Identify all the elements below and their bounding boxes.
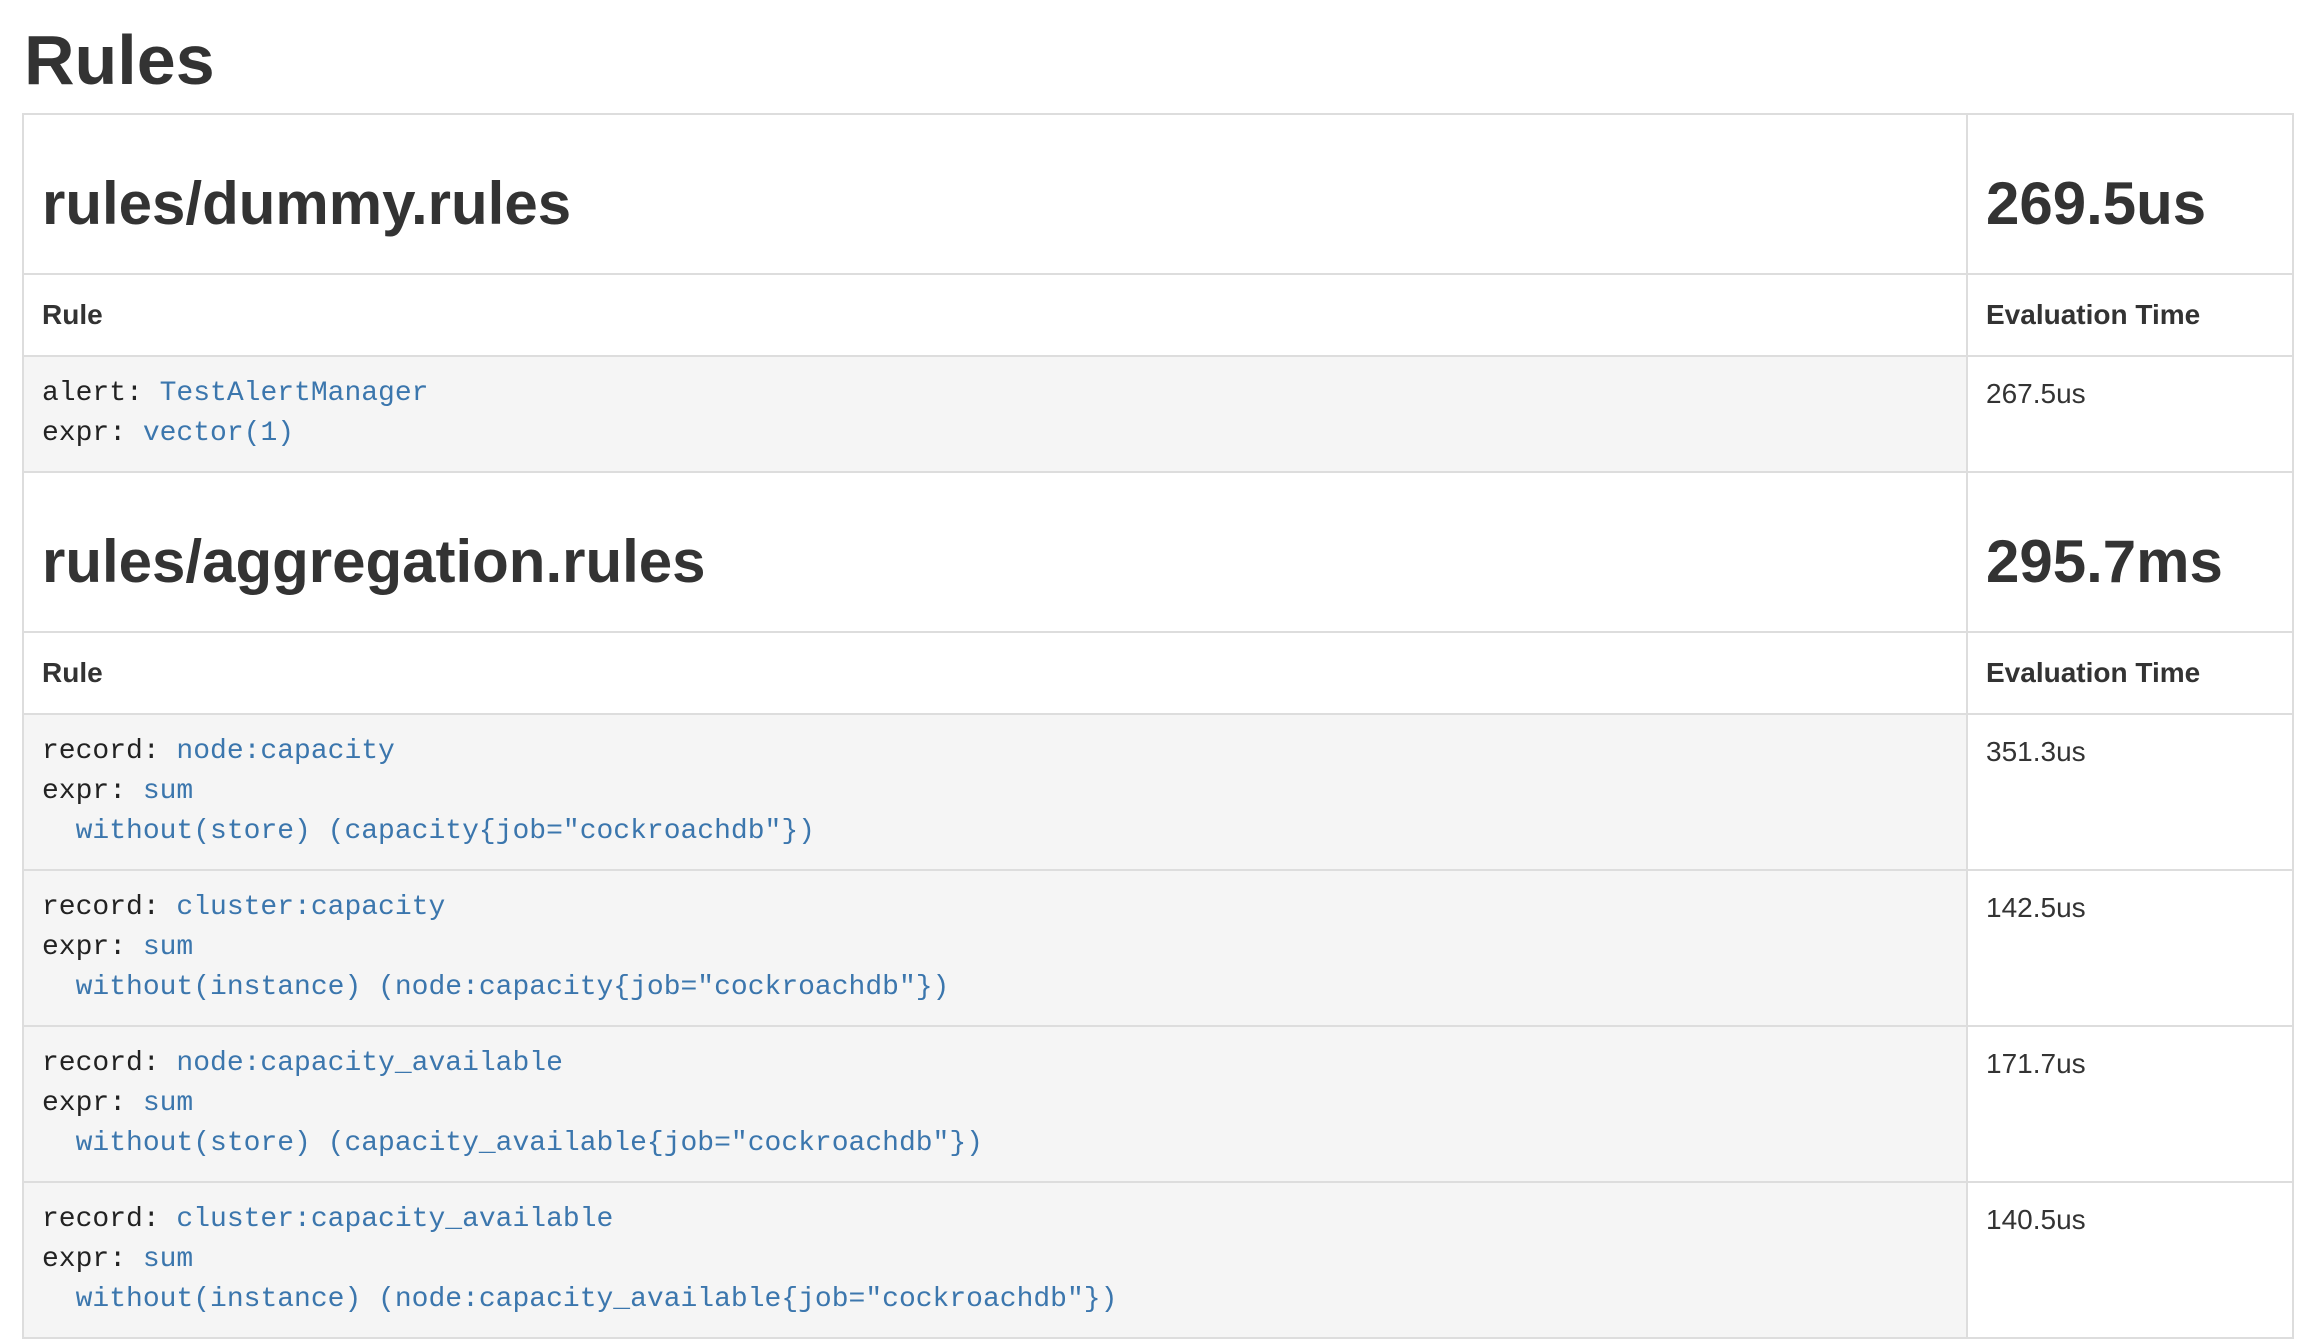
rule-link[interactable]: cluster:capacity <box>176 892 445 923</box>
rule-keyword: expr: <box>42 776 143 807</box>
page-title: Rules <box>24 22 2294 99</box>
rule-keyword: record: <box>42 1048 176 1079</box>
rule-row: record: cluster:capacityexpr: sum withou… <box>23 870 2293 1026</box>
rule-code-line: expr: sum <box>42 1084 1948 1124</box>
rule-eval-time: 351.3us <box>1967 714 2293 870</box>
rule-row: record: node:capacity_availableexpr: sum… <box>23 1026 2293 1182</box>
rule-link[interactable]: without(instance) (node:capacity_availab… <box>76 1284 1118 1315</box>
rule-code-line: without(store) (capacity{job="cockroachd… <box>42 812 1948 852</box>
rule-link[interactable]: cluster:capacity_available <box>176 1204 613 1235</box>
rule-keyword: record: <box>42 736 176 767</box>
rules-table: rules/dummy.rules 269.5us Rule Evaluatio… <box>22 113 2294 1339</box>
rule-cell: record: cluster:capacityexpr: sum withou… <box>23 870 1967 1026</box>
rule-code-line: without(store) (capacity_available{job="… <box>42 1124 1948 1164</box>
rule-link[interactable]: node:capacity <box>176 736 394 767</box>
rule-code-line: without(instance) (node:capacity{job="co… <box>42 968 1948 1008</box>
rule-link[interactable]: without(store) (capacity{job="cockroachd… <box>76 816 815 847</box>
group-file-name: rules/aggregation.rules <box>42 529 1948 595</box>
column-header-eval-time: Evaluation Time <box>1967 274 2293 356</box>
rule-code-line: record: node:capacity <box>42 732 1948 772</box>
rule-code-line: expr: sum <box>42 772 1948 812</box>
rule-keyword: expr: <box>42 1088 143 1119</box>
rule-keyword: expr: <box>42 932 143 963</box>
rule-cell: alert: TestAlertManagerexpr: vector(1) <box>23 356 1967 472</box>
rule-link[interactable]: without(store) (capacity_available{job="… <box>76 1128 983 1159</box>
rule-link[interactable]: node:capacity_available <box>176 1048 562 1079</box>
column-header-eval-time: Evaluation Time <box>1967 632 2293 714</box>
group-header-row: rules/dummy.rules 269.5us <box>23 114 2293 274</box>
rule-cell: record: node:capacity_availableexpr: sum… <box>23 1026 1967 1182</box>
rule-code-line: expr: sum <box>42 1240 1948 1280</box>
rule-keyword <box>42 1128 76 1159</box>
column-header-rule: Rule <box>23 274 1967 356</box>
column-header-rule: Rule <box>23 632 1967 714</box>
group-eval-time: 269.5us <box>1986 171 2274 237</box>
rule-link[interactable]: sum <box>143 776 193 807</box>
rule-link[interactable]: without(instance) (node:capacity{job="co… <box>76 972 950 1003</box>
rule-keyword: expr: <box>42 418 143 449</box>
rule-code-line: expr: sum <box>42 928 1948 968</box>
column-header-row: Rule Evaluation Time <box>23 632 2293 714</box>
rule-link[interactable]: vector(1) <box>143 418 294 449</box>
rule-eval-time: 142.5us <box>1967 870 2293 1026</box>
rule-row: alert: TestAlertManagerexpr: vector(1) 2… <box>23 356 2293 472</box>
group-eval-time-cell: 269.5us <box>1967 114 2293 274</box>
rule-code-line: record: node:capacity_available <box>42 1044 1948 1084</box>
rule-link[interactable]: TestAlertManager <box>160 378 429 409</box>
rule-link[interactable]: sum <box>143 1244 193 1275</box>
rule-keyword <box>42 972 76 1003</box>
rule-eval-time: 140.5us <box>1967 1182 2293 1338</box>
rule-code-line: without(instance) (node:capacity_availab… <box>42 1280 1948 1320</box>
column-header-row: Rule Evaluation Time <box>23 274 2293 356</box>
rule-row: record: cluster:capacity_availableexpr: … <box>23 1182 2293 1338</box>
group-eval-time: 295.7ms <box>1986 529 2274 595</box>
rule-keyword <box>42 816 76 847</box>
group-file-name: rules/dummy.rules <box>42 171 1948 237</box>
group-eval-time-cell: 295.7ms <box>1967 472 2293 632</box>
rule-code-line: expr: vector(1) <box>42 414 1948 454</box>
rule-cell: record: node:capacityexpr: sum without(s… <box>23 714 1967 870</box>
rule-row: record: node:capacityexpr: sum without(s… <box>23 714 2293 870</box>
group-file-cell: rules/aggregation.rules <box>23 472 1967 632</box>
rule-cell: record: cluster:capacity_availableexpr: … <box>23 1182 1967 1338</box>
rule-keyword <box>42 1284 76 1315</box>
rule-keyword: record: <box>42 1204 176 1235</box>
rule-keyword: expr: <box>42 1244 143 1275</box>
rule-code-line: alert: TestAlertManager <box>42 374 1948 414</box>
rule-code-line: record: cluster:capacity <box>42 888 1948 928</box>
rule-eval-time: 171.7us <box>1967 1026 2293 1182</box>
rule-code-line: record: cluster:capacity_available <box>42 1200 1948 1240</box>
rule-eval-time: 267.5us <box>1967 356 2293 472</box>
group-header-row: rules/aggregation.rules 295.7ms <box>23 472 2293 632</box>
group-file-cell: rules/dummy.rules <box>23 114 1967 274</box>
rule-link[interactable]: sum <box>143 932 193 963</box>
rule-keyword: alert: <box>42 378 160 409</box>
rule-keyword: record: <box>42 892 176 923</box>
rule-link[interactable]: sum <box>143 1088 193 1119</box>
